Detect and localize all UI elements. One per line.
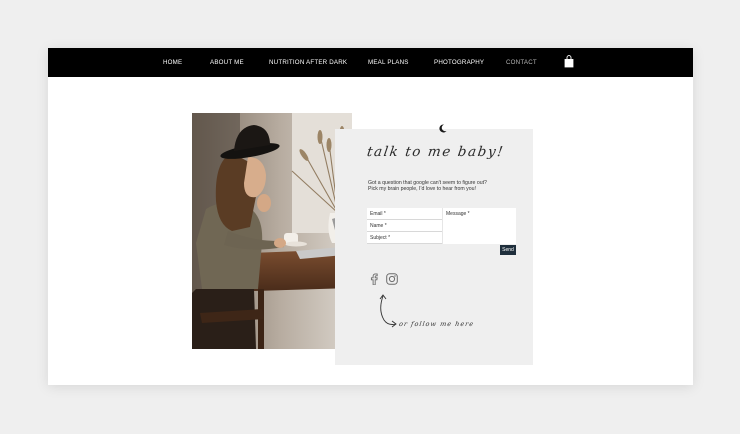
message-label: Message * (446, 211, 470, 217)
name-label: Name * (370, 223, 387, 229)
facebook-icon[interactable] (370, 273, 378, 285)
contact-heading: talk to me baby! (365, 144, 506, 160)
nav-item-home[interactable]: HOME (163, 48, 182, 77)
nav-item-photography[interactable]: PHOTOGRAPHY (434, 48, 484, 77)
cart-icon[interactable] (564, 55, 574, 68)
moon-icon (439, 124, 447, 133)
email-label: Email * (370, 211, 386, 217)
email-field[interactable]: Email * (367, 208, 442, 220)
top-nav: HOME ABOUT ME NUTRITION AFTER DARK MEAL … (48, 48, 693, 77)
nav-item-meal-plans[interactable]: MEAL PLANS (368, 48, 409, 77)
contact-intro: Got a question that google can't seem to… (368, 180, 528, 193)
page-card: HOME ABOUT ME NUTRITION AFTER DARK MEAL … (48, 48, 693, 385)
contact-photo (192, 113, 352, 349)
name-field[interactable]: Name * (367, 220, 442, 232)
instagram-icon[interactable] (386, 273, 398, 285)
send-button[interactable]: Send (500, 245, 516, 255)
message-field[interactable]: Message * (442, 208, 516, 244)
subject-label: Subject * (370, 235, 391, 241)
intro-line-2: Pick my brain people, I'd love to hear f… (368, 186, 476, 193)
contact-form: Email * Name * Subject * Message * (367, 208, 516, 244)
subject-field[interactable]: Subject * (367, 232, 442, 244)
follow-text: or follow me here (398, 320, 475, 328)
arrow-icon (379, 294, 397, 328)
nav-item-contact[interactable]: CONTACT (506, 48, 537, 77)
nav-item-about-me[interactable]: ABOUT ME (210, 48, 244, 77)
nav-item-nutrition-after-dark[interactable]: NUTRITION AFTER DARK (269, 48, 347, 77)
